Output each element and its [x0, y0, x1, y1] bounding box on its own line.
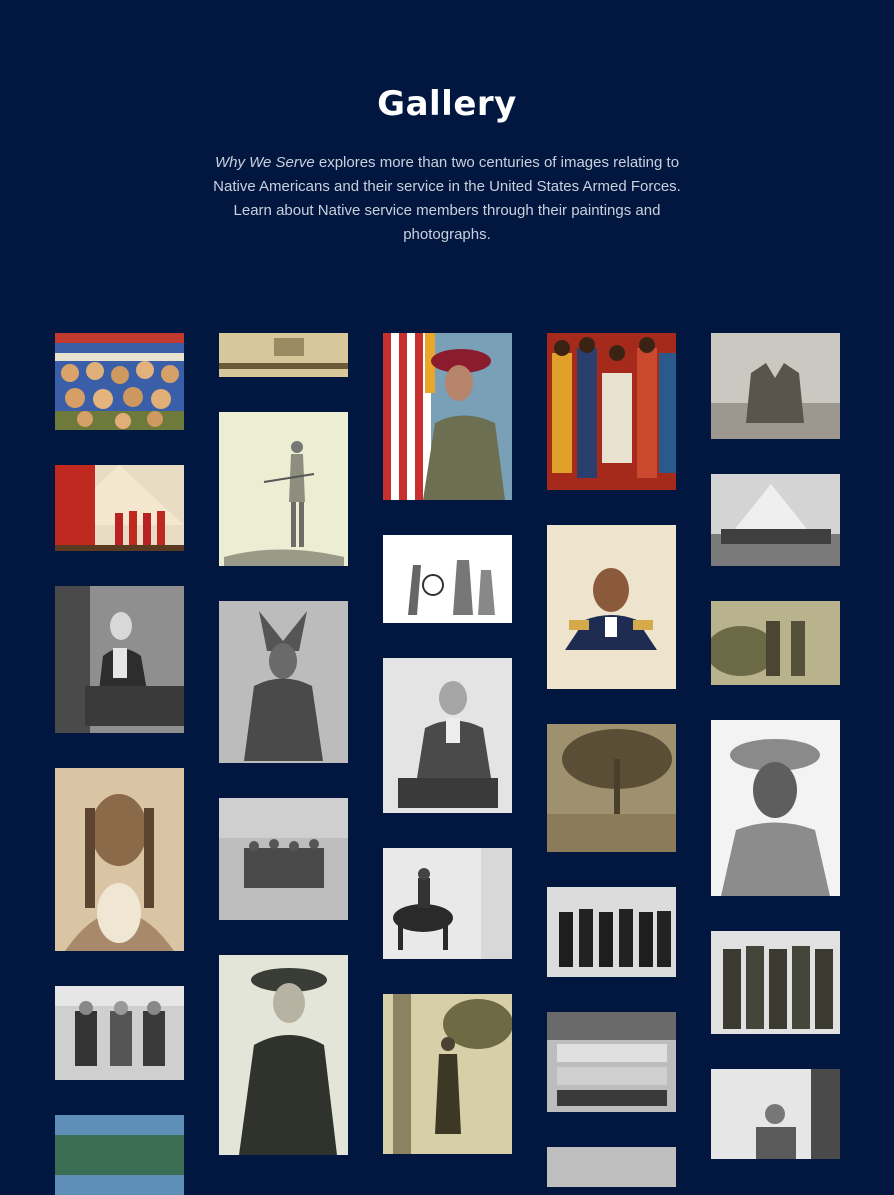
- gallery-image-soldier-standing-tree[interactable]: [383, 994, 512, 1154]
- intro-italic: Why We Serve: [214, 154, 315, 171]
- gallery-image-seated-soldier[interactable]: [711, 1069, 840, 1159]
- gallery-image-seated-man-portrait[interactable]: [55, 586, 184, 733]
- gallery-image-horseback-rider[interactable]: [383, 848, 512, 959]
- gallery-image-three-women[interactable]: [55, 986, 184, 1080]
- gallery-image-brush-soldiers[interactable]: [711, 601, 840, 685]
- gallery-image-partial[interactable]: [547, 1147, 676, 1187]
- gallery-column-1: [55, 333, 184, 1195]
- gallery-title: Gallery: [377, 84, 517, 124]
- gallery-image-soldiers-group[interactable]: [219, 798, 348, 920]
- gallery-image-headdress-portrait[interactable]: [219, 601, 348, 763]
- gallery-image-figures-painting[interactable]: [547, 333, 676, 490]
- gallery-image-braided-man-portrait[interactable]: [55, 768, 184, 951]
- gallery-image-wrestlers[interactable]: [711, 333, 840, 439]
- gallery-image-tent-camp[interactable]: [711, 474, 840, 566]
- gallery-image-soldiers-row[interactable]: [711, 931, 840, 1034]
- gallery-image-tipi-ceremony[interactable]: [55, 465, 184, 551]
- gallery-column-3: [383, 333, 512, 1154]
- gallery-column-4: [547, 333, 676, 1187]
- gallery-image-flag-crowd-cartoon[interactable]: [55, 333, 184, 430]
- gallery-image-soldier-hat-portrait[interactable]: [711, 720, 840, 896]
- gallery-image-tree-encampment[interactable]: [547, 724, 676, 852]
- gallery-image-seated-elder-portrait[interactable]: [383, 658, 512, 813]
- gallery-image-nuns-group[interactable]: [547, 887, 676, 977]
- gallery-image-woman-hat-portrait[interactable]: [219, 955, 348, 1155]
- gallery-image-sketch-figure[interactable]: [219, 412, 348, 566]
- gallery-image-panorama-troops[interactable]: [219, 333, 348, 377]
- gallery-image-landscape-painting[interactable]: [55, 1115, 184, 1195]
- gallery-image-soldier-flag[interactable]: [383, 333, 512, 500]
- gallery-column-5: [711, 333, 840, 1159]
- gallery-image-sketch-camp[interactable]: [383, 535, 512, 623]
- gallery-column-2: [219, 333, 348, 1155]
- gallery-intro: Why We Serve explores more than two cent…: [212, 151, 682, 247]
- gallery-image-team-group[interactable]: [547, 1012, 676, 1112]
- gallery-image-officer-portrait[interactable]: [547, 525, 676, 689]
